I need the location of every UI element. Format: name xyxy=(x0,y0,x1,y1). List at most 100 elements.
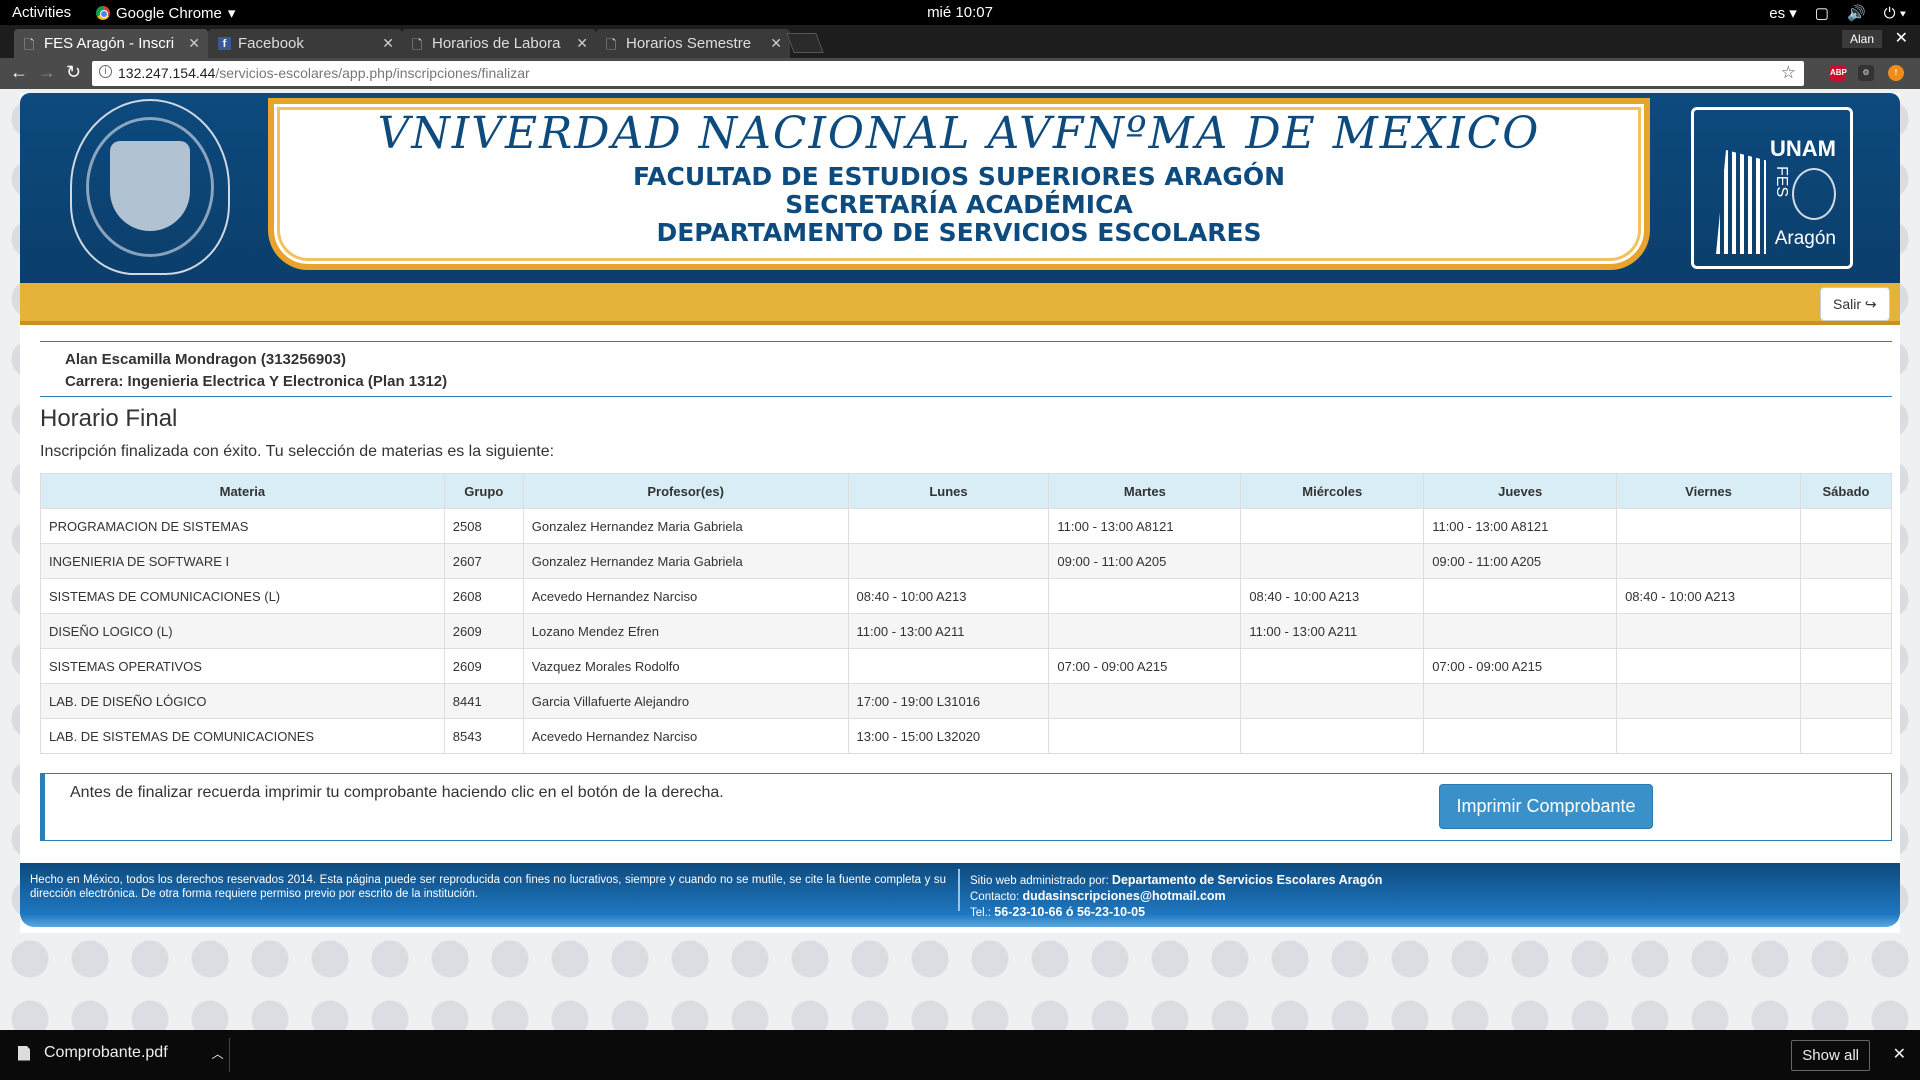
table-cell: 2607 xyxy=(443,543,524,579)
table-cell xyxy=(1616,543,1801,579)
table-cell xyxy=(1799,718,1893,754)
table-cell: LAB. DE SISTEMAS DE COMUNICACIONES xyxy=(40,718,445,754)
table-cell xyxy=(1616,683,1801,719)
table-cell: Acevedo Hernandez Narciso xyxy=(522,578,849,614)
table-cell: 2609 xyxy=(443,648,524,684)
contact-email[interactable]: dudasinscripciones@hotmail.com xyxy=(1022,889,1225,903)
tab-fes-aragon[interactable]: 🗋 FES Aragón - Inscri ✕ xyxy=(14,29,208,58)
document-icon: 🗋 xyxy=(606,37,617,52)
reload-icon[interactable]: ↻ xyxy=(66,62,81,83)
secretariat-name: SECRETARÍA ACADÉMICA xyxy=(785,190,1133,219)
table-cell xyxy=(1240,508,1425,544)
back-arrow-icon[interactable]: ← xyxy=(10,62,28,83)
table-cell xyxy=(1048,683,1242,719)
power-icon[interactable]: ⏻ ▾ xyxy=(1884,5,1906,22)
tab-horarios-semestre[interactable]: 🗋 Horarios Semestre ✕ xyxy=(596,29,790,58)
table-cell: 07:00 - 09:00 A215 xyxy=(1423,648,1618,684)
bookmark-star-icon[interactable]: ☆ xyxy=(1781,63,1796,83)
info-icon[interactable]: i xyxy=(99,65,112,78)
adblock-icon[interactable]: ABP xyxy=(1830,65,1847,81)
table-cell xyxy=(1616,508,1801,544)
department-name: DEPARTAMENTO DE SERVICIOS ESCOLARES xyxy=(656,218,1262,247)
table-cell: 08:40 - 10:00 A213 xyxy=(847,578,1050,614)
profile-badge[interactable]: Alan xyxy=(1841,30,1882,48)
volume-icon[interactable]: 🔊 xyxy=(1847,4,1866,22)
close-icon[interactable]: ✕ xyxy=(382,35,394,52)
document-icon: 🗋 xyxy=(412,37,423,52)
table-cell xyxy=(1799,683,1893,719)
unam-crest-logo xyxy=(70,99,230,275)
table-cell: 13:00 - 15:00 L32020 xyxy=(847,718,1050,754)
table-cell: Acevedo Hernandez Narciso xyxy=(522,718,849,754)
page-footer: Hecho en México, todos los derechos rese… xyxy=(20,863,1900,927)
browser-toolbar: ← → ↻ i 132.247.154.44/servicios-escolar… xyxy=(0,58,1920,89)
table-cell xyxy=(1799,508,1893,544)
print-notice: Antes de finalizar recuerda imprimir tu … xyxy=(40,773,1892,841)
table-cell xyxy=(1799,648,1893,684)
table-cell: SISTEMAS OPERATIVOS xyxy=(40,648,445,684)
window-icon[interactable]: ▢ xyxy=(1815,4,1829,22)
forward-arrow-icon[interactable]: → xyxy=(38,62,56,83)
system-tray[interactable]: es ▾ ▢ 🔊 ⏻ ▾ xyxy=(1769,4,1906,23)
table-cell xyxy=(1048,718,1242,754)
table-cell: Gonzalez Hernandez Maria Gabriela xyxy=(522,543,849,579)
close-shelf-icon[interactable]: ✕ xyxy=(1893,1044,1906,1064)
table-cell xyxy=(1616,718,1801,754)
table-cell: Lozano Mendez Efren xyxy=(522,613,849,649)
show-all-button[interactable]: Show all xyxy=(1791,1040,1870,1071)
table-cell: 8441 xyxy=(443,683,524,719)
address-bar[interactable]: i 132.247.154.44/servicios-escolares/app… xyxy=(92,61,1804,86)
admin-name: Departamento de Servicios Escolares Arag… xyxy=(1111,873,1383,887)
table-cell xyxy=(1240,648,1425,684)
column-header: Viernes xyxy=(1616,473,1801,509)
table-cell: DISEÑO LOGICO (L) xyxy=(40,613,445,649)
fes-aragon-logo: FES UNAM Aragón xyxy=(1691,107,1853,269)
window-close-icon[interactable]: ✕ xyxy=(1895,28,1908,48)
table-cell: 07:00 - 09:00 A215 xyxy=(1048,648,1242,684)
chevron-up-icon[interactable]: ︿ xyxy=(212,1045,224,1062)
table-row: SISTEMAS OPERATIVOS 2609 Vazquez Morales R… xyxy=(40,648,1893,684)
table-cell xyxy=(1423,683,1618,719)
schedule-body: PROGRAMACION DE SISTEMAS 2508 Gonzalez Her… xyxy=(40,508,1893,754)
column-header: Grupo xyxy=(443,473,524,509)
tab-horarios-laboratorio[interactable]: 🗋 Horarios de Labora ✕ xyxy=(402,29,596,58)
new-tab-button[interactable] xyxy=(786,33,824,53)
file-icon xyxy=(18,1045,30,1061)
close-icon[interactable]: ✕ xyxy=(770,35,782,52)
student-career: Carrera: Ingenieria Electrica Y Electron… xyxy=(65,373,448,390)
table-row: SISTEMAS DE COMUNICACIONES (L) 2608 Aceved… xyxy=(40,578,1893,614)
language-indicator[interactable]: es ▾ xyxy=(1769,4,1797,22)
table-cell: 2609 xyxy=(443,613,524,649)
table-cell xyxy=(847,648,1050,684)
document-icon: 🗋 xyxy=(24,37,35,52)
clock[interactable]: mié 10:07 xyxy=(0,4,1920,21)
table-cell xyxy=(1423,613,1618,649)
download-item[interactable]: Comprobante.pdf ︿ xyxy=(18,1044,224,1062)
table-cell xyxy=(1048,578,1242,614)
column-header: Sábado xyxy=(1799,473,1893,509)
tab-strip: 🗋 FES Aragón - Inscri ✕ f Facebook ✕ 🗋 H… xyxy=(0,25,1920,58)
table-cell xyxy=(1240,683,1425,719)
page-subtitle: Inscripción finalizada con éxito. Tu sel… xyxy=(40,443,555,460)
facebook-icon: f xyxy=(218,37,231,50)
column-header: Jueves xyxy=(1423,473,1618,509)
update-alert-icon[interactable]: ! xyxy=(1888,65,1904,81)
extension-icon[interactable]: ⚙ xyxy=(1858,65,1874,81)
shelf-separator xyxy=(229,1038,230,1072)
close-icon[interactable]: ✕ xyxy=(576,35,588,52)
table-cell: Vazquez Morales Rodolfo xyxy=(522,648,849,684)
table-cell: PROGRAMACION DE SISTEMAS xyxy=(40,508,445,544)
tab-facebook[interactable]: f Facebook ✕ xyxy=(208,29,402,58)
logout-button[interactable]: Salir ↪ xyxy=(1820,287,1890,321)
url-path: /servicios-escolares/app.php/inscripcion… xyxy=(215,65,530,81)
close-icon[interactable]: ✕ xyxy=(188,35,200,52)
column-header: Miércoles xyxy=(1240,473,1425,509)
download-shelf: Comprobante.pdf ︿ Show all ✕ xyxy=(0,1030,1920,1080)
faculty-name: FACULTAD DE ESTUDIOS SUPERIORES ARAGÓN xyxy=(632,162,1286,191)
print-receipt-button[interactable]: Imprimir Comprobante xyxy=(1439,784,1653,829)
column-header: Martes xyxy=(1048,473,1242,509)
table-cell: 17:00 - 19:00 L31016 xyxy=(847,683,1050,719)
sign-out-icon: ↪ xyxy=(1864,296,1877,312)
table-cell: 2508 xyxy=(443,508,524,544)
table-cell xyxy=(1616,648,1801,684)
